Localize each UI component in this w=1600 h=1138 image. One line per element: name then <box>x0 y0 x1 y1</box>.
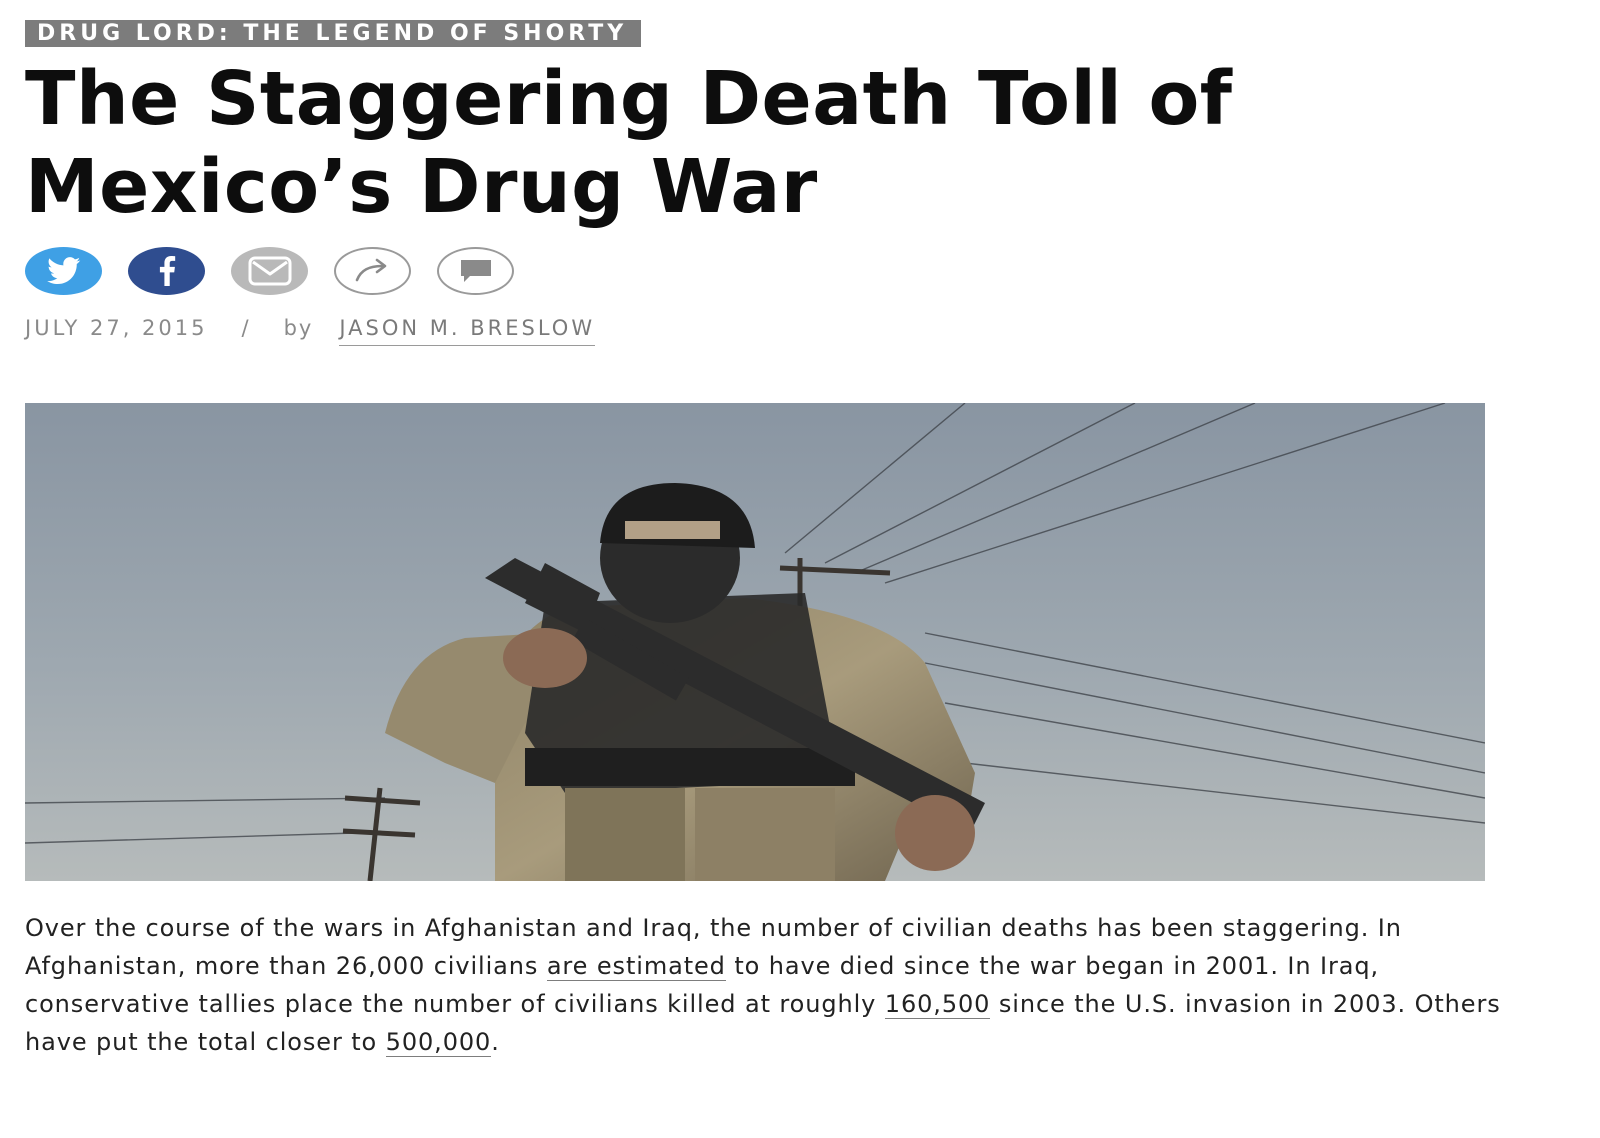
twitter-icon <box>46 257 80 285</box>
byline-by-label: by <box>283 316 314 340</box>
article-headline: The Staggering Death Toll of Mexico’s Dr… <box>25 55 1545 231</box>
author-link[interactable]: JASON M. BRESLOW <box>339 316 596 346</box>
twitter-share-button[interactable] <box>25 247 102 295</box>
publish-date: JULY 27, 2015 <box>25 316 208 340</box>
share-button[interactable] <box>334 247 411 295</box>
article-byline: JULY 27, 2015 / by JASON M. BRESLOW <box>25 316 596 346</box>
byline-separator: / <box>241 316 252 340</box>
link-160500[interactable]: 160,500 <box>884 990 991 1019</box>
email-icon <box>248 256 291 286</box>
paragraph-text-4: . <box>491 1028 500 1056</box>
section-kicker[interactable]: DRUG LORD: THE LEGEND OF SHORTY <box>25 20 642 47</box>
facebook-icon <box>159 256 175 286</box>
comment-icon <box>460 260 491 282</box>
share-arrow-icon <box>355 258 386 282</box>
share-toolbar <box>25 247 540 295</box>
link-500000[interactable]: 500,000 <box>385 1028 492 1057</box>
link-are-estimated[interactable]: are estimated <box>546 952 726 981</box>
hero-image <box>25 403 1485 881</box>
headline-line-2: Mexico’s Drug War <box>25 144 818 230</box>
headline-line-1: The Staggering Death Toll of <box>25 56 1233 142</box>
email-share-button[interactable] <box>231 247 308 295</box>
comment-button[interactable] <box>437 247 514 295</box>
article-paragraph: Over the course of the wars in Afghanist… <box>25 909 1515 1061</box>
facebook-share-button[interactable] <box>128 247 205 295</box>
